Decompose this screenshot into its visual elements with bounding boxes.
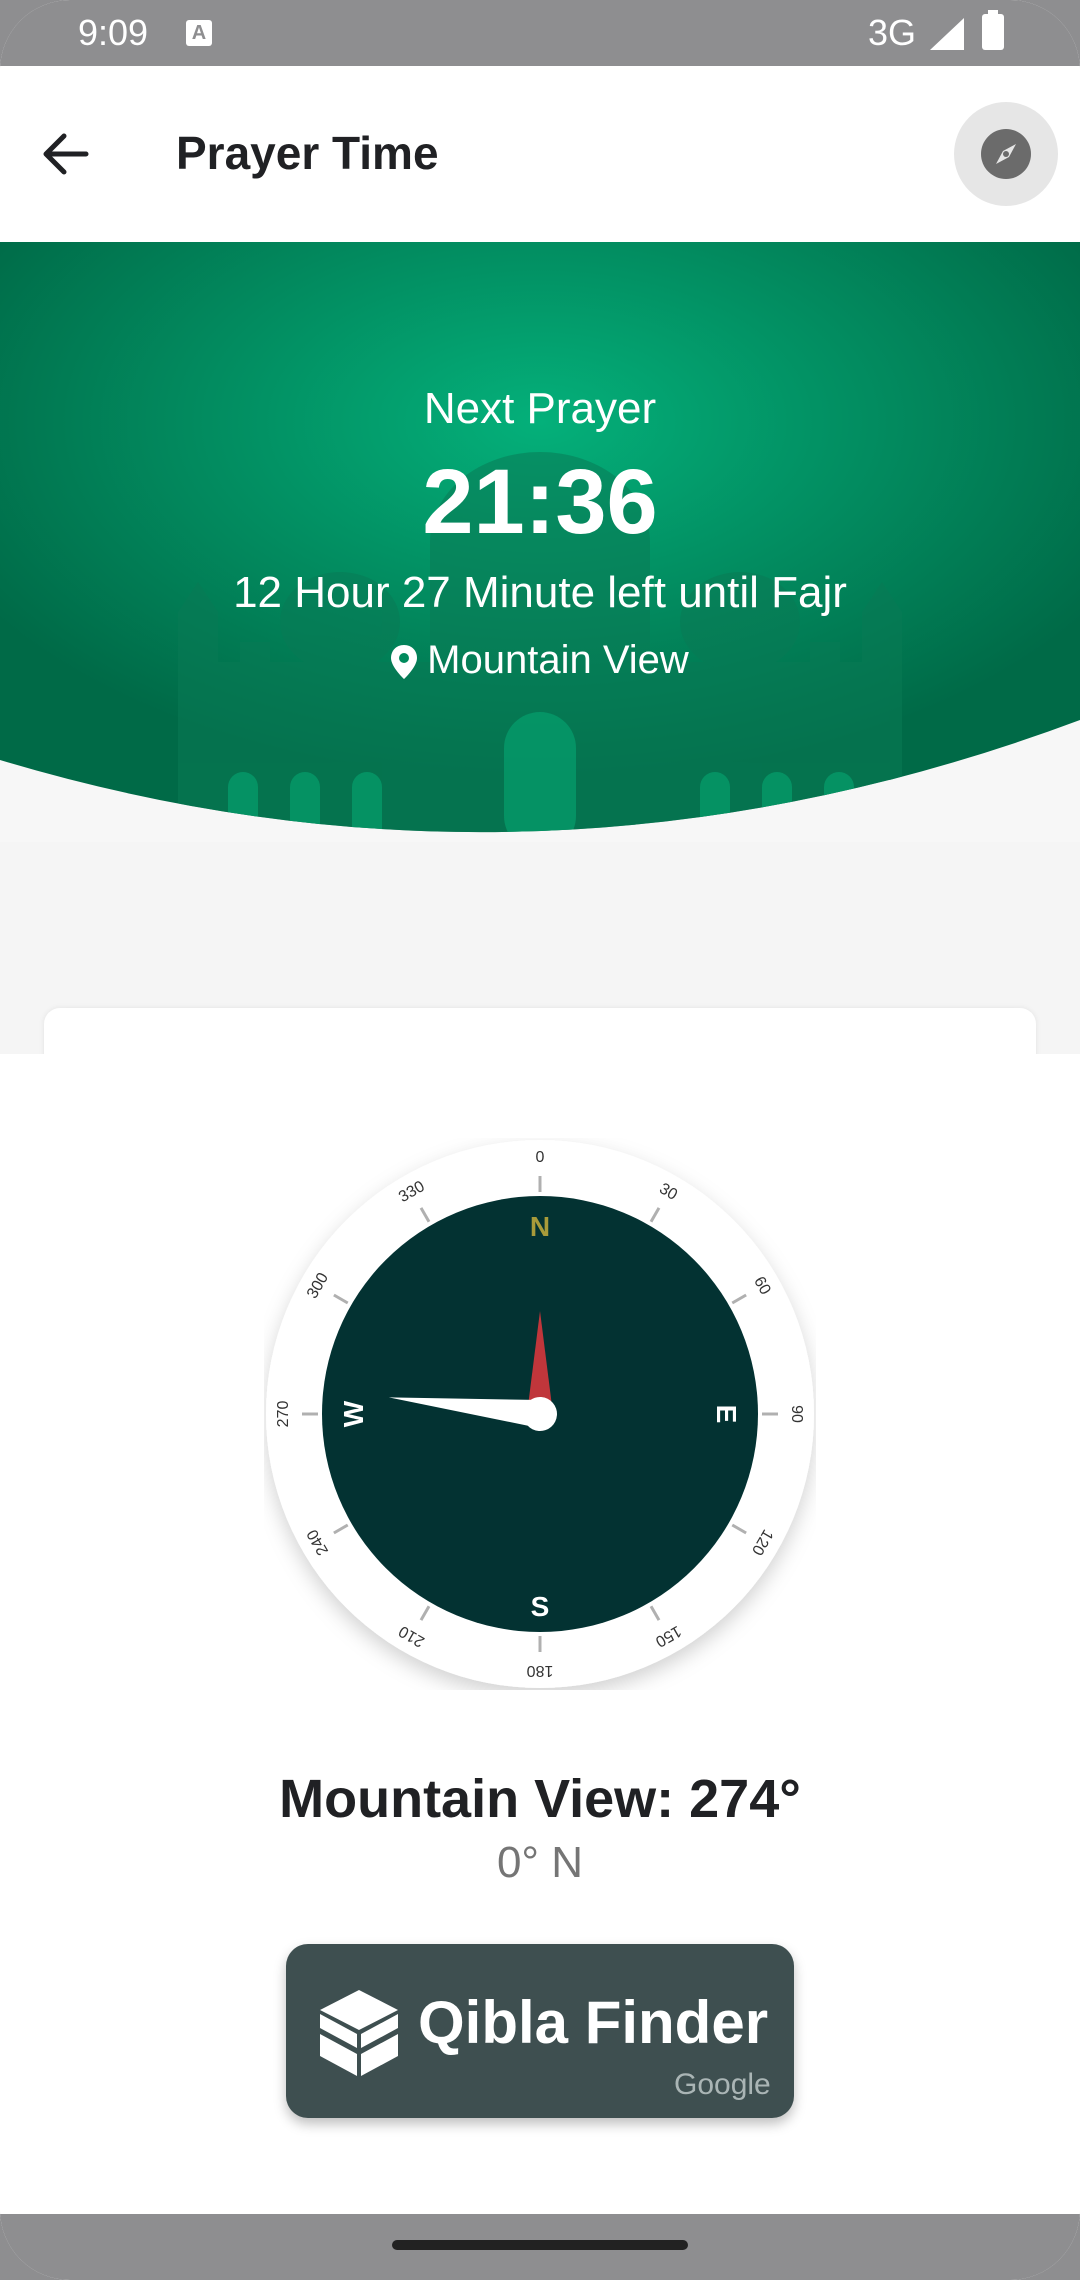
- signal-icon: [930, 18, 964, 50]
- compass-label-180: 180: [527, 1662, 554, 1679]
- compass-label-270: 270: [275, 1401, 292, 1428]
- status-time: 9:09: [78, 12, 149, 53]
- time-remaining: 12 Hour 27 Minute left until Fajr: [233, 568, 847, 617]
- device-screen: 9:09 A 3G Prayer Time Next Prayer 21:36 …: [0, 0, 1080, 2280]
- qibla-compass: 0306090120150180210240270300330 N E S W: [266, 1140, 814, 1688]
- device-heading: 0° N: [496, 1838, 584, 1887]
- notification-a-icon: A: [186, 20, 212, 46]
- home-gesture-handle[interactable]: [392, 2240, 688, 2250]
- page-title: Prayer Time: [176, 127, 439, 179]
- cardinal-south: S: [531, 1591, 550, 1622]
- back-arrow-icon[interactable]: [38, 126, 94, 182]
- app-bar: Prayer Time: [0, 66, 1080, 242]
- compass-label-90: 90: [788, 1405, 805, 1423]
- compass-button[interactable]: [954, 102, 1058, 206]
- cardinal-north: N: [530, 1211, 550, 1242]
- compass-icon: [981, 129, 1031, 179]
- compass-label-0: 0: [536, 1149, 545, 1166]
- navigation-bar: [0, 2214, 1080, 2280]
- qibla-bearing-label: Mountain View: 274°: [279, 1769, 801, 1829]
- cardinal-east: E: [711, 1405, 742, 1424]
- location-pin-icon: [391, 645, 418, 680]
- network-type: 3G: [868, 12, 917, 53]
- qibla-finder-label: Qibla Finder: [418, 1989, 769, 2056]
- battery-icon: [982, 10, 1004, 50]
- location-name: Mountain View: [427, 638, 689, 682]
- next-prayer-time: 21:36: [422, 451, 658, 553]
- next-prayer-banner: Next Prayer 21:36 12 Hour 27 Minute left…: [0, 242, 1080, 842]
- kaaba-icon: [320, 1990, 398, 2076]
- cardinal-west: W: [338, 1400, 369, 1427]
- google-brand-label: Google: [674, 2068, 771, 2101]
- status-bar: 9:09 A 3G: [0, 0, 1080, 66]
- location-row[interactable]: Mountain View: [0, 638, 1080, 683]
- qibla-finder-button[interactable]: Qibla Finder Google: [286, 1944, 794, 2118]
- next-prayer-heading: Next Prayer: [423, 384, 657, 433]
